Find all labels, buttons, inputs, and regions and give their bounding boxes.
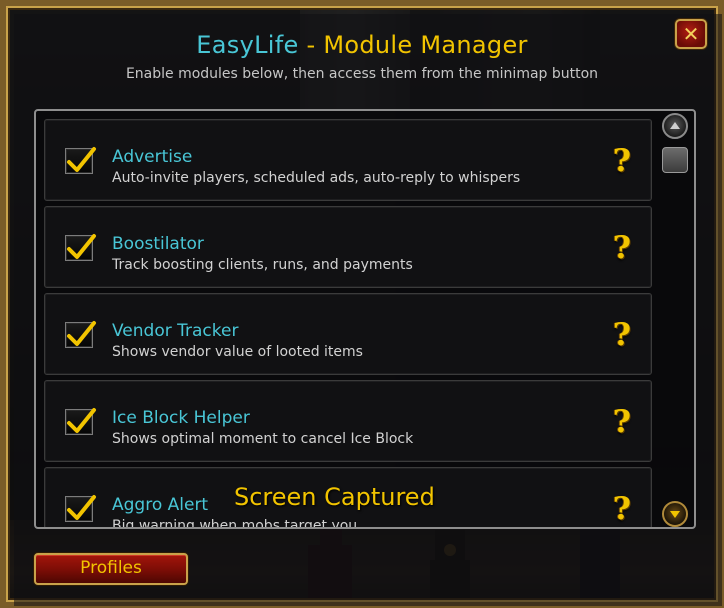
window-title-addon: EasyLife: [196, 31, 299, 59]
screen-captured-notice: Screen Captured: [234, 483, 435, 511]
arrow-up-icon: [670, 122, 680, 129]
checkmark-icon: [67, 408, 96, 433]
window-subtitle: Enable modules below, then access them f…: [125, 66, 599, 82]
scroll-thumb[interactable]: [662, 147, 688, 173]
module-list-scrollbar[interactable]: [660, 113, 690, 527]
module-row-boostilator: Boostilator Track boosting clients, runs…: [44, 206, 652, 288]
module-description: Shows optimal moment to cancel Ice Block: [112, 431, 414, 447]
checkmark-icon: [67, 495, 96, 520]
close-button[interactable]: ✕: [675, 19, 707, 49]
window-title-rest: Module Manager: [323, 31, 528, 59]
module-name: Ice Block Helper: [112, 408, 250, 428]
module-row-advertise: Advertise Auto-invite players, scheduled…: [44, 119, 652, 201]
help-question-icon[interactable]: ?: [610, 492, 634, 526]
checkmark-icon: [67, 147, 96, 172]
module-description: Shows vendor value of looted items: [112, 344, 363, 360]
module-row-ice-block-helper: Ice Block Helper Shows optimal moment to…: [44, 380, 652, 462]
module-description: Auto-invite players, scheduled ads, auto…: [112, 170, 521, 186]
module-enable-checkbox[interactable]: [65, 321, 96, 348]
module-enable-checkbox[interactable]: [65, 147, 96, 174]
module-name: Boostilator: [112, 234, 204, 254]
module-description: Track boosting clients, runs, and paymen…: [112, 257, 413, 273]
checkmark-icon: [67, 234, 96, 259]
help-question-icon[interactable]: ?: [610, 405, 634, 439]
help-question-icon[interactable]: ?: [610, 231, 634, 265]
module-enable-checkbox[interactable]: [65, 495, 96, 522]
help-question-icon[interactable]: ?: [610, 318, 634, 352]
help-question-icon[interactable]: ?: [610, 144, 634, 178]
module-description: Big warning when mobs target you: [112, 518, 358, 529]
module-enable-checkbox[interactable]: [65, 234, 96, 261]
module-enable-checkbox[interactable]: [65, 408, 96, 435]
checkmark-icon: [67, 321, 96, 346]
module-name: Aggro Alert: [112, 495, 209, 515]
module-row-vendor-tracker: Vendor Tracker Shows vendor value of loo…: [44, 293, 652, 375]
window-title-separator: -: [306, 31, 316, 59]
scroll-up-button[interactable]: [662, 113, 688, 139]
module-name: Vendor Tracker: [112, 321, 239, 341]
arrow-down-icon: [670, 511, 680, 518]
window-title: EasyLife - Module Manager: [0, 31, 724, 59]
close-icon: ✕: [682, 22, 700, 46]
profiles-button[interactable]: Profiles: [34, 553, 188, 585]
scroll-down-button[interactable]: [662, 501, 688, 527]
module-list-panel: Advertise Auto-invite players, scheduled…: [34, 109, 696, 529]
module-name: Advertise: [112, 147, 193, 167]
